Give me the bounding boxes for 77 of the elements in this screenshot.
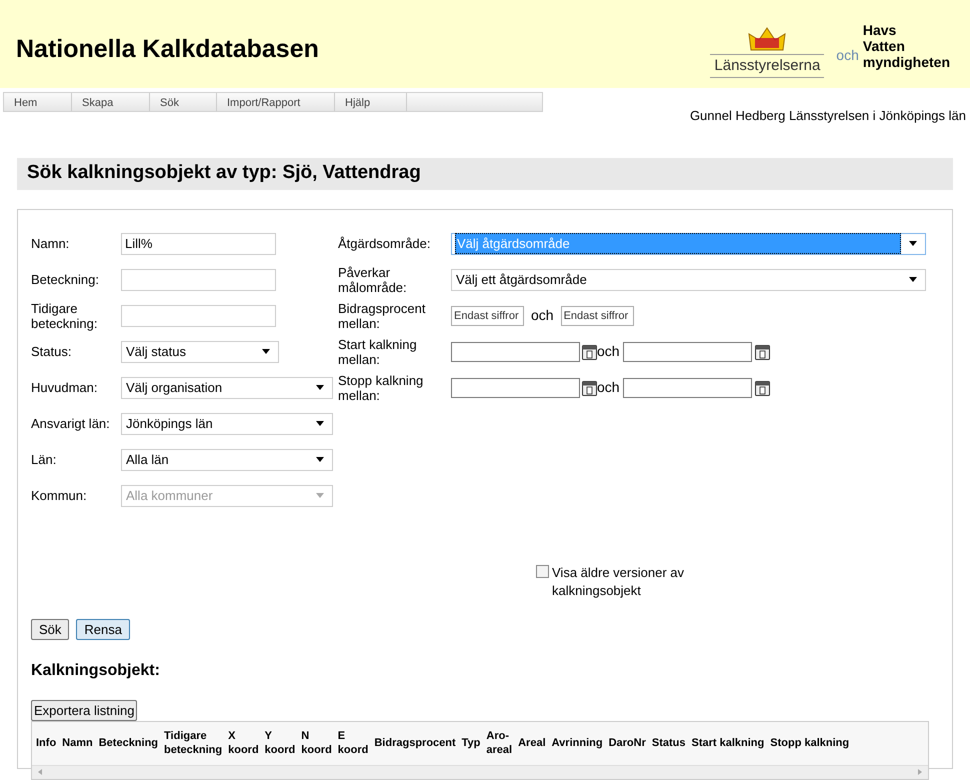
logo-text: myndigheten bbox=[862, 54, 950, 70]
column-header[interactable]: Typ bbox=[462, 736, 480, 750]
field-label: Påverkar målområde: bbox=[338, 264, 408, 294]
dropdown-caret-icon bbox=[909, 277, 917, 282]
number-field[interactable]: Endast siffror bbox=[560, 306, 634, 326]
date-field[interactable] bbox=[622, 378, 752, 398]
dropdown-caret-icon bbox=[316, 421, 324, 426]
menu-item[interactable]: Sök bbox=[150, 93, 217, 111]
field-label: Status: bbox=[31, 344, 72, 359]
date-field[interactable] bbox=[451, 378, 580, 398]
menu-item[interactable]: Hem bbox=[4, 93, 72, 111]
dropdown-caret-icon bbox=[316, 457, 324, 462]
field-label: Åtgärdsområde: bbox=[338, 236, 432, 251]
calendar-icon[interactable] bbox=[754, 380, 770, 396]
date-field[interactable] bbox=[451, 342, 580, 362]
field-label: Namn: bbox=[31, 236, 70, 251]
logo-text: Havs bbox=[862, 22, 898, 38]
joiner-text: och bbox=[597, 342, 620, 361]
calendar-icon[interactable] bbox=[582, 380, 597, 396]
dropdown-caret-icon bbox=[909, 241, 917, 246]
text-field[interactable]: Lill% bbox=[121, 232, 276, 254]
column-header[interactable]: Info bbox=[36, 736, 56, 750]
dropdown-caret-icon bbox=[262, 349, 270, 354]
text-field[interactable] bbox=[121, 268, 276, 290]
column-header[interactable]: Avrinning bbox=[552, 736, 603, 750]
menu-item[interactable]: Hjälp bbox=[335, 93, 407, 111]
form-button[interactable]: Sök bbox=[31, 618, 70, 640]
field-label: Start kalkning mellan: bbox=[338, 336, 418, 366]
results-heading: Kalkningsobjekt: bbox=[31, 660, 161, 680]
logo-text: Länsstyrelserna bbox=[710, 54, 824, 78]
field-label: Stopp kalkning mellan: bbox=[338, 372, 424, 402]
column-header[interactable]: N koord bbox=[301, 729, 332, 757]
field-label: Tidigare beteckning: bbox=[31, 300, 98, 330]
field-label: Län: bbox=[31, 452, 58, 467]
select-field[interactable]: Alla län bbox=[121, 448, 333, 470]
joiner-text: och bbox=[531, 306, 554, 325]
calendar-icon[interactable] bbox=[582, 344, 597, 360]
column-header[interactable]: E koord bbox=[338, 729, 368, 757]
date-field[interactable] bbox=[622, 342, 752, 362]
dropdown-caret-icon bbox=[316, 493, 324, 498]
column-header[interactable]: DaroNr bbox=[608, 736, 646, 750]
column-header[interactable]: X koord bbox=[228, 729, 259, 757]
dropdown-caret-icon bbox=[316, 385, 324, 390]
site-title: Nationella Kalkdatabasen bbox=[16, 34, 319, 66]
user-info: Gunnel Hedberg Länsstyrelsen i Jönköpings län bbox=[690, 107, 966, 125]
column-header[interactable]: Tidigare beteckning bbox=[164, 729, 222, 757]
column-header[interactable]: Stopp kalkning bbox=[770, 736, 850, 750]
calendar-icon[interactable] bbox=[754, 344, 770, 360]
menu-item[interactable]: Import/Rapport bbox=[217, 93, 335, 111]
column-header[interactable]: Aro- areal bbox=[486, 729, 512, 757]
column-header[interactable]: Namn bbox=[62, 736, 93, 750]
field-label: Huvudman: bbox=[31, 380, 98, 395]
export-button[interactable]: Exportera listning bbox=[31, 700, 138, 720]
checkbox[interactable] bbox=[536, 564, 549, 578]
select-field[interactable]: Välj ett åtgärdsområde bbox=[451, 268, 926, 290]
column-header[interactable]: Status bbox=[652, 736, 686, 750]
text-field[interactable] bbox=[121, 304, 276, 326]
menu-item[interactable]: Skapa bbox=[72, 93, 150, 111]
number-field[interactable]: Endast siffror bbox=[451, 306, 524, 326]
field-label: Beteckning: bbox=[31, 272, 100, 287]
field-label: Ansvarigt län: bbox=[31, 416, 111, 431]
field-label: Bidragsprocent mellan: bbox=[338, 300, 426, 330]
logo-text: och bbox=[836, 46, 859, 65]
column-header[interactable]: Beteckning bbox=[98, 736, 158, 750]
field-label: Kommun: bbox=[31, 488, 88, 503]
page-title: Sök kalkningsobjekt av typ: Sjö, Vattendrag bbox=[27, 161, 421, 186]
column-header[interactable]: Y koord bbox=[264, 729, 296, 757]
column-header[interactable]: Start kalkning bbox=[692, 736, 764, 750]
joiner-text: och bbox=[597, 378, 620, 397]
column-header[interactable]: Areal bbox=[518, 736, 546, 750]
select-field[interactable]: Välj status bbox=[121, 340, 279, 362]
checkbox-label: Visa äldre versioner av kalkningsobjekt bbox=[552, 564, 685, 600]
column-header[interactable]: Bidragsprocent bbox=[374, 736, 456, 750]
select-field[interactable]: Välj organisation bbox=[121, 376, 333, 398]
logo-text: Vatten bbox=[862, 38, 906, 54]
select-field[interactable]: Jönköpings län bbox=[121, 412, 333, 434]
form-button[interactable]: Rensa bbox=[76, 618, 130, 640]
